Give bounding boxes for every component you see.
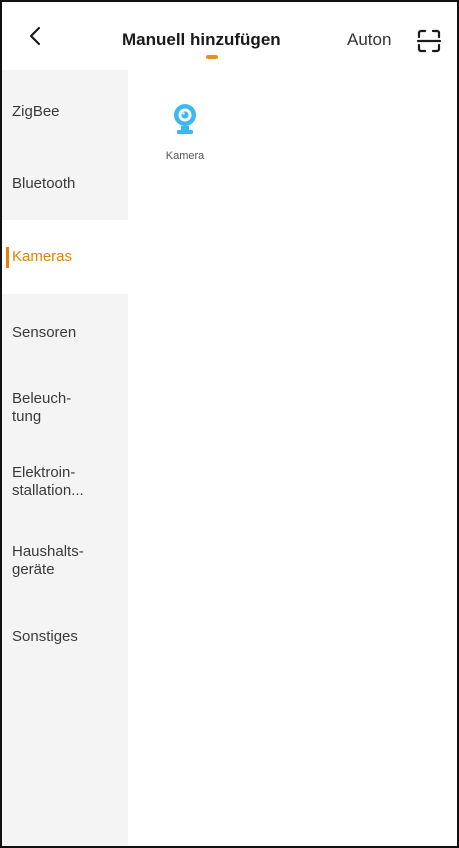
sidebar-item-bluetooth[interactable]: Bluetooth	[2, 144, 128, 218]
device-tile-kamera[interactable]: Kamera	[156, 98, 214, 178]
sidebar-item-label: Kameras	[12, 248, 73, 265]
sidebar-item-label: Sensoren	[12, 324, 77, 341]
tab-auto-scan[interactable]: Auton	[347, 30, 402, 54]
camera-icon	[174, 104, 196, 134]
tab-manual-add[interactable]: Manuell hinzufügen	[122, 30, 281, 50]
sidebar-item-label: Haushalts- geräte	[12, 543, 84, 578]
sidebar-item-elektroinstallation[interactable]: Elektroin- stallation...	[2, 446, 128, 520]
sidebar-item-kameras[interactable]: Kameras	[2, 220, 128, 294]
sidebar-item-haushaltsgeraete[interactable]: Haushalts- geräte	[2, 522, 128, 596]
back-arrow-icon[interactable]	[24, 24, 48, 48]
app-frame: Manuell hinzufügen Auton ZigBee Bluetoot…	[0, 0, 459, 848]
tab-auto-scan-label: Auton	[347, 30, 392, 49]
device-list: Kamera	[128, 70, 457, 846]
active-indicator	[6, 247, 9, 268]
device-label: Kamera	[165, 150, 205, 162]
sidebar-item-beleuchtung[interactable]: Beleuch- tung	[2, 368, 128, 442]
sidebar-item-label: Sonstiges	[12, 628, 78, 645]
sidebar-item-label: Beleuch- tung	[12, 390, 72, 425]
sidebar-item-label: ZigBee	[12, 103, 60, 120]
active-tab-indicator	[206, 55, 218, 59]
sidebar-item-sensoren[interactable]: Sensoren	[2, 294, 128, 368]
sidebar-item-zigbee[interactable]: ZigBee	[2, 70, 128, 144]
sidebar-item-label: Elektroin- stallation...	[12, 464, 84, 499]
top-bar: Manuell hinzufügen Auton	[2, 2, 457, 70]
category-sidebar: ZigBee Bluetooth Kameras Sensoren Beleuc…	[2, 70, 128, 846]
scan-icon[interactable]	[416, 28, 442, 54]
sidebar-item-sonstiges[interactable]: Sonstiges	[2, 602, 128, 676]
sidebar-item-label: Bluetooth	[12, 175, 76, 192]
